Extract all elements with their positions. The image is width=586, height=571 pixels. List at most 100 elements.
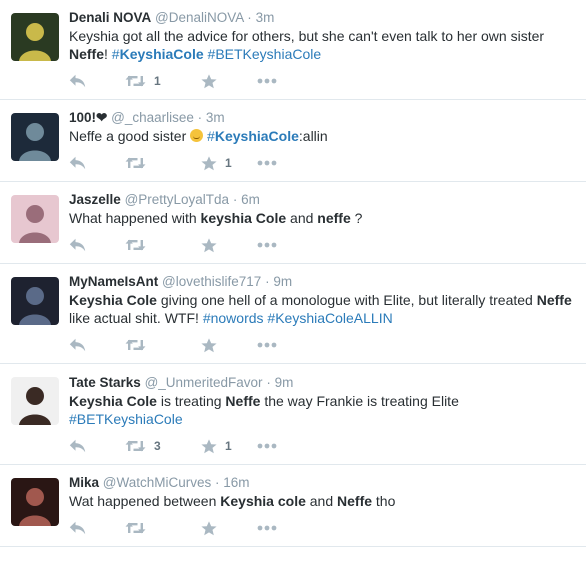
reply-icon	[69, 439, 86, 453]
hashtag-link[interactable]: #	[112, 46, 120, 62]
highlighted-term: Keyshia cole	[220, 493, 306, 509]
user-fullname[interactable]: 100!	[69, 110, 96, 125]
user-handle[interactable]: @_UnmeritedFavor	[145, 375, 263, 390]
avatar[interactable]	[11, 13, 59, 61]
tweet-text-segment: tho	[372, 493, 396, 509]
favorite-button[interactable]: 1	[201, 154, 232, 172]
tweet[interactable]: Mika @WatchMiCurves · 16m Wat happened be…	[0, 465, 586, 547]
highlighted-term: Keyshia Cole	[69, 292, 157, 308]
hashtag-link[interactable]: #BETKeyshiaCole	[69, 411, 183, 427]
tweet-timestamp[interactable]: 9m	[273, 274, 292, 289]
highlighted-term: Keyshia Cole	[69, 393, 157, 409]
tweet[interactable]: Jaszelle @PrettyLoyalTda · 6m What happen…	[0, 182, 586, 264]
favorite-button[interactable]: 1	[201, 437, 232, 455]
reply-button[interactable]	[69, 154, 86, 172]
tweet-timestamp[interactable]: 9m	[275, 375, 294, 390]
tweet-timeline: Denali NOVA @DenaliNOVA · 3m Keyshia got …	[0, 0, 586, 547]
reply-button[interactable]	[69, 236, 86, 254]
tweet-timestamp[interactable]: 16m	[223, 475, 249, 490]
reply-button[interactable]	[69, 72, 86, 90]
hashtag-link[interactable]: KeyshiaCole	[215, 128, 299, 144]
reply-icon	[69, 521, 86, 535]
tweet-text: What happened with keyshia Cole and neff…	[69, 209, 576, 227]
retweet-button[interactable]	[125, 154, 146, 172]
user-fullname[interactable]: Jaszelle	[69, 192, 121, 207]
avatar[interactable]	[11, 277, 59, 325]
user-fullname[interactable]: Mika	[69, 475, 99, 490]
avatar[interactable]	[11, 113, 59, 161]
tweet-text-segment: is treating	[156, 393, 226, 409]
hashtag-link[interactable]: #	[207, 128, 215, 144]
hashtag-link[interactable]: KeyshiaCole	[120, 46, 204, 62]
user-fullname[interactable]: Denali NOVA	[69, 10, 151, 25]
avatar[interactable]	[11, 478, 59, 526]
user-handle[interactable]: @_chaarlisee	[111, 110, 194, 125]
retweet-button[interactable]: 1	[125, 72, 161, 90]
tweet-actions: 1	[69, 63, 576, 99]
tweet-text-segment: and	[305, 493, 338, 509]
retweet-button[interactable]	[125, 519, 146, 537]
user-fullname[interactable]: Tate Starks	[69, 375, 141, 390]
reply-button[interactable]	[69, 437, 86, 455]
avatar[interactable]	[11, 195, 59, 243]
hashtag-link[interactable]: #KeyshiaColeALLIN	[267, 310, 392, 326]
tweet-text-segment: and	[286, 210, 318, 226]
reply-icon	[69, 338, 86, 352]
favorite-button[interactable]	[201, 519, 217, 537]
tweet-text-segment: Keyshia got all the advice for others, b…	[69, 28, 545, 44]
more-button[interactable]	[257, 437, 277, 455]
more-button[interactable]	[257, 154, 277, 172]
retweet-button[interactable]: 3	[125, 437, 161, 455]
more-icon	[257, 78, 277, 84]
tweet-header: Mika @WatchMiCurves · 16m	[69, 474, 576, 491]
tweet-text: Neffe a good sister #KeyshiaCole:allin	[69, 127, 576, 145]
avatar[interactable]	[11, 377, 59, 425]
reply-icon	[69, 238, 86, 252]
highlighted-term: Neffe	[69, 46, 105, 62]
tweet[interactable]: 100!❤ @_chaarlisee · 3m Neffe a good sist…	[0, 100, 586, 182]
tweet-text-segment: !	[104, 46, 112, 62]
user-handle[interactable]: @WatchMiCurves	[103, 475, 211, 490]
user-fullname[interactable]: MyNameIsAnt	[69, 274, 158, 289]
user-handle[interactable]: @PrettyLoyalTda	[125, 192, 230, 207]
tweet-text-segment: the way Frankie is treating Elite	[260, 393, 459, 409]
reply-button[interactable]	[69, 336, 86, 354]
favorite-count: 1	[225, 439, 232, 453]
more-button[interactable]	[257, 236, 277, 254]
retweet-button[interactable]	[125, 236, 146, 254]
tweet-text-segment: giving one hell of a monologue with Elit…	[156, 292, 537, 308]
tweet-text: Keyshia got all the advice for others, b…	[69, 27, 576, 63]
retweet-icon	[125, 156, 146, 170]
tweet-text-segment: What happened with	[69, 210, 201, 226]
star-icon	[201, 520, 217, 536]
tweet-timestamp[interactable]: 3m	[206, 110, 225, 125]
highlighted-term: keyshia Cole	[200, 210, 287, 226]
retweet-icon	[125, 338, 146, 352]
reply-button[interactable]	[69, 519, 86, 537]
more-button[interactable]	[257, 72, 277, 90]
separator-dot: ·	[266, 375, 271, 390]
highlighted-term: Neffe	[225, 393, 261, 409]
hashtag-link[interactable]: #nowords	[203, 310, 264, 326]
star-icon	[201, 73, 217, 89]
tweet[interactable]: Denali NOVA @DenaliNOVA · 3m Keyshia got …	[0, 0, 586, 100]
tweet-timestamp[interactable]: 3m	[256, 10, 275, 25]
user-handle[interactable]: @DenaliNOVA	[155, 10, 244, 25]
tweet-actions	[69, 227, 576, 263]
favorite-button[interactable]	[201, 72, 217, 90]
retweet-icon	[125, 521, 146, 535]
tweet[interactable]: Tate Starks @_UnmeritedFavor · 9m Keyshia…	[0, 364, 586, 465]
tweet[interactable]: MyNameIsAnt @lovethislife717 · 9m Keyshia…	[0, 264, 586, 364]
user-handle[interactable]: @lovethislife717	[162, 274, 261, 289]
more-button[interactable]	[257, 336, 277, 354]
more-icon	[257, 242, 277, 248]
favorite-button[interactable]	[201, 336, 217, 354]
hashtag-link[interactable]: #BETKeyshiaCole	[208, 46, 322, 62]
reply-icon	[69, 74, 86, 88]
retweet-button[interactable]	[125, 336, 146, 354]
tweet-actions: 1	[69, 145, 576, 181]
more-button[interactable]	[257, 519, 277, 537]
favorite-button[interactable]	[201, 236, 217, 254]
tweet-timestamp[interactable]: 6m	[241, 192, 260, 207]
star-icon	[201, 337, 217, 353]
